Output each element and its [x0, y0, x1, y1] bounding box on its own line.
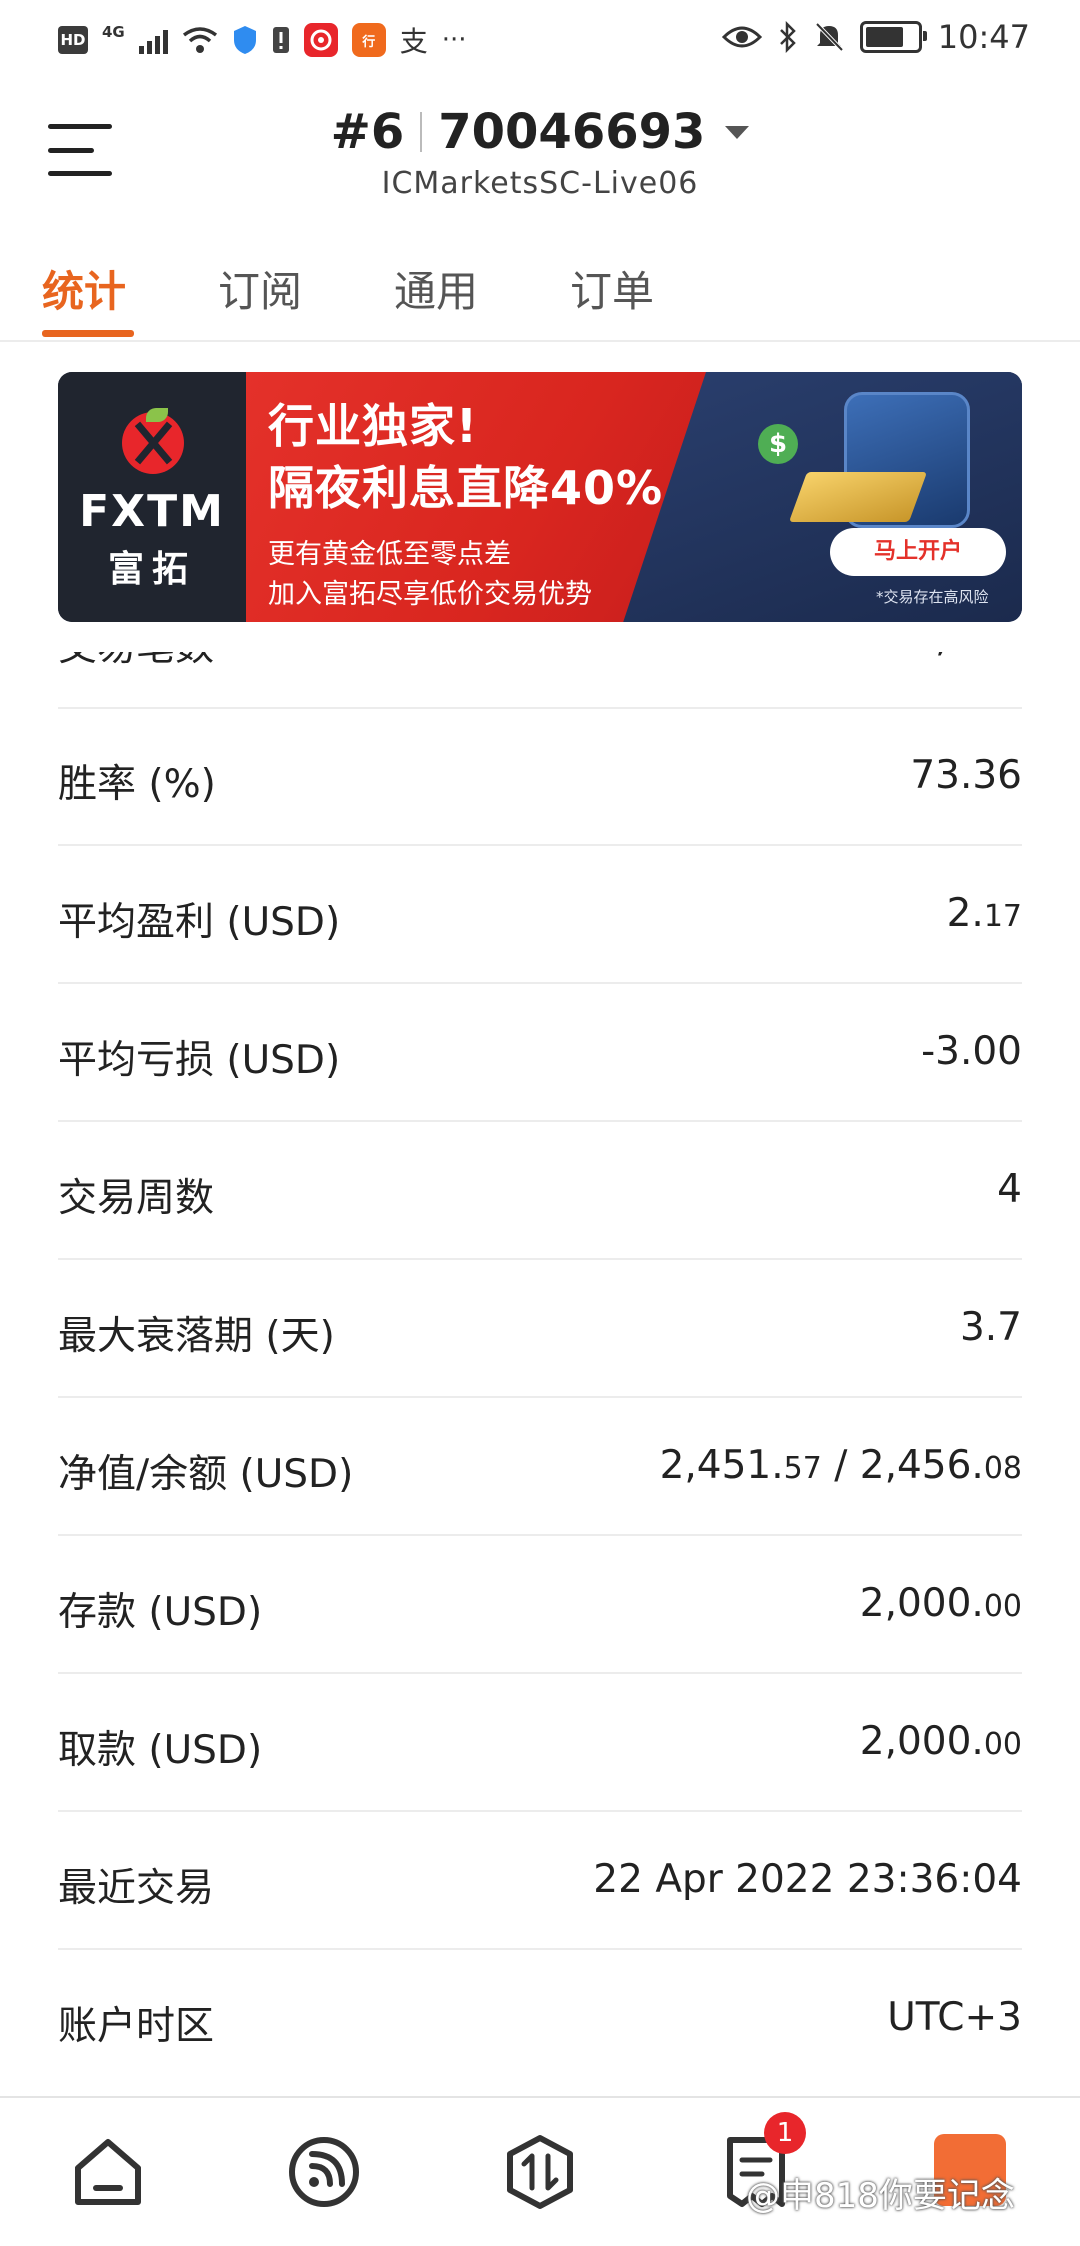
stat-row-avg-profit: 平均盈利 (USD) 2.17	[58, 845, 1022, 984]
bottom-nav: 1 @申818你要记念	[0, 2096, 1080, 2246]
stat-row-trading-weeks: 交易周数 4	[58, 1121, 1022, 1260]
banner-subline-2: 加入富拓尽享低价交易优势	[268, 579, 592, 610]
dropdown-caret-icon	[725, 125, 750, 139]
stat-label: 胜率 (%)	[58, 762, 216, 807]
stat-value: 22 Apr 2022 23:36:04	[593, 1857, 1022, 1902]
account-index: #6	[330, 104, 405, 160]
active-tab-indicator	[42, 330, 134, 337]
stat-label: 取款 (USD)	[58, 1728, 263, 1773]
status-bar: HD 4G 行 支 ··· 10:47	[0, 0, 1080, 80]
stat-row-trades: 交易笔数 3,086	[58, 652, 1022, 709]
tab-bar: 统计 订阅 通用 订单	[0, 240, 1080, 342]
stats-list[interactable]: 交易笔数 3,086 胜率 (%) 73.36 平均盈利 (USD) 2.17 …	[0, 652, 1080, 2092]
stat-value: 3.7	[959, 1305, 1022, 1350]
stat-value: 2,451.57 / 2,456.08	[659, 1443, 1022, 1488]
stat-value: 2.17	[946, 891, 1022, 936]
stat-label: 存款 (USD)	[58, 1590, 263, 1635]
banner-headline-1: 行业独家!	[268, 399, 478, 453]
stat-value: 2,000.00	[859, 1719, 1022, 1764]
signals-icon[interactable]	[284, 2132, 364, 2212]
open-account-button[interactable]: 马上开户	[830, 528, 1006, 576]
tab-statistics[interactable]: 统计	[42, 258, 126, 319]
stat-value: 2,000.00	[859, 1581, 1022, 1626]
tab-subscription[interactable]: 订阅	[218, 258, 302, 319]
eye-icon	[721, 26, 762, 48]
stat-value: 3,086	[910, 652, 1022, 661]
stat-value: UTC+3	[887, 1995, 1022, 2040]
banner-headline-2: 隔夜利息直降40%	[268, 461, 664, 515]
account-selector[interactable]: #6 70046693 ICMarketsSC-Live06	[0, 104, 1080, 201]
stat-row-timezone: 账户时区 UTC+3	[58, 1949, 1022, 2086]
stat-value: -3.00	[921, 1029, 1022, 1074]
stat-value: 73.36	[910, 753, 1022, 798]
ctrip-icon	[303, 23, 338, 57]
tab-general[interactable]: 通用	[394, 258, 478, 319]
stat-label: 账户时区	[58, 2004, 215, 2049]
trade-icon[interactable]	[500, 2132, 580, 2212]
brand-name-en: FXTM	[79, 486, 225, 537]
watermark: @申818你要记念	[746, 2176, 1015, 2216]
clock: 10:47	[937, 18, 1030, 56]
stat-row-max-drawdown-period: 最大衰落期 (天) 3.7	[58, 1259, 1022, 1398]
alert-icon	[272, 27, 289, 53]
more-icon: ···	[441, 25, 467, 55]
account-number: 70046693	[438, 104, 706, 160]
stat-label: 平均亏损 (USD)	[58, 1038, 341, 1083]
stat-label: 净值/余额 (USD)	[58, 1452, 354, 1497]
signal-icon	[138, 26, 168, 54]
gold-bar-graphic	[788, 472, 928, 522]
stat-value: 4	[997, 1167, 1022, 1212]
stat-row-avg-loss: 平均亏损 (USD) -3.00	[58, 983, 1022, 1122]
battery-icon	[859, 21, 927, 53]
bluetooth-icon	[779, 21, 796, 53]
server-name: ICMarketsSC-Live06	[381, 166, 699, 201]
network-type: 4G	[102, 23, 125, 41]
stat-label: 平均盈利 (USD)	[58, 900, 341, 945]
stat-row-last-trade: 最近交易 22 Apr 2022 23:36:04	[58, 1811, 1022, 1950]
stat-row-win-rate: 胜率 (%) 73.36	[58, 707, 1022, 846]
bank-icon: 行	[351, 23, 386, 57]
hd-icon: HD	[58, 26, 88, 54]
mute-bell-icon	[815, 22, 844, 52]
battery-level	[865, 27, 903, 47]
app-header: #6 70046693 ICMarketsSC-Live06	[0, 80, 1080, 230]
stat-label: 最大衰落期 (天)	[58, 1314, 335, 1359]
stat-row-equity-balance: 净值/余额 (USD) 2,451.57 / 2,456.08	[58, 1397, 1022, 1536]
stat-row-withdrawals: 取款 (USD) 2,000.00	[58, 1673, 1022, 1812]
status-right: 10:47	[721, 18, 1030, 56]
stat-label: 最近交易	[58, 1866, 215, 1911]
stat-label: 交易笔数	[58, 652, 214, 672]
ad-banner[interactable]: FXTM 富拓 $ 行业独家! 隔夜利息直降40% 更有黄金低至零点差 加入富拓…	[58, 372, 1022, 622]
risk-warning: *交易存在高风险	[876, 588, 989, 606]
stat-label: 交易周数	[58, 1176, 215, 1221]
alipay-icon: 支	[399, 25, 428, 58]
status-left: HD 4G 行 支 ···	[58, 20, 467, 60]
fxtm-logo-panel: FXTM 富拓	[58, 372, 246, 622]
stat-row-deposits: 存款 (USD) 2,000.00	[58, 1535, 1022, 1674]
banner-subline-1: 更有黄金低至零点差	[268, 539, 511, 570]
brand-name-cn: 富拓	[107, 549, 196, 590]
wifi-icon	[182, 27, 217, 53]
dollar-coin-icon: $	[758, 424, 798, 464]
shield-icon	[233, 26, 256, 54]
tab-orders[interactable]: 订单	[570, 258, 654, 319]
home-icon[interactable]	[68, 2132, 148, 2212]
divider	[420, 112, 423, 152]
notification-badge: 1	[764, 2112, 806, 2154]
